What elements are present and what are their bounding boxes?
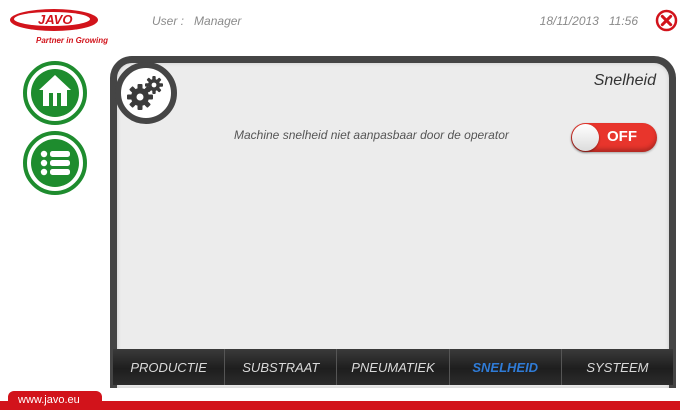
user-label: User : <box>152 14 185 28</box>
close-icon <box>655 9 678 32</box>
user-info: User : Manager <box>152 14 241 28</box>
website-link[interactable]: www.javo.eu <box>8 391 102 410</box>
tab-bar: PRODUCTIE SUBSTRAAT PNEUMATIEK SNELHEID … <box>113 349 673 385</box>
menu-button[interactable] <box>22 130 88 196</box>
tab-snelheid[interactable]: SNELHEID <box>450 349 562 385</box>
tab-productie[interactable]: PRODUCTIE <box>113 349 226 385</box>
close-button[interactable] <box>655 9 678 32</box>
user-name: Manager <box>194 14 242 28</box>
toggle-knob[interactable] <box>572 124 599 151</box>
tab-substraat[interactable]: SUBSTRAAT <box>225 349 338 385</box>
panel-badge <box>115 62 177 124</box>
speed-lock-toggle[interactable]: OFF <box>571 123 657 152</box>
setting-label: Machine snelheid niet aanpasbaar door de… <box>234 128 509 142</box>
home-icon <box>23 61 87 125</box>
logo-tagline: Partner in Growing <box>36 36 108 45</box>
home-button[interactable] <box>22 60 88 126</box>
toggle-state: OFF <box>607 128 637 145</box>
datetime: 18/11/2013 11:56 <box>540 14 638 28</box>
logo-text: JAVO <box>38 12 72 27</box>
tab-pneumatiek[interactable]: PNEUMATIEK <box>337 349 450 385</box>
tab-systeem[interactable]: SYSTEEM <box>562 349 673 385</box>
gears-icon <box>127 76 163 110</box>
page-title: Snelheid <box>593 72 656 89</box>
javo-logo: JAVO Partner in Growing <box>8 7 120 49</box>
time: 11:56 <box>608 14 638 28</box>
date: 18/11/2013 <box>539 14 599 28</box>
settings-panel <box>110 56 676 388</box>
footer-bar <box>0 401 680 410</box>
list-icon <box>23 131 87 195</box>
